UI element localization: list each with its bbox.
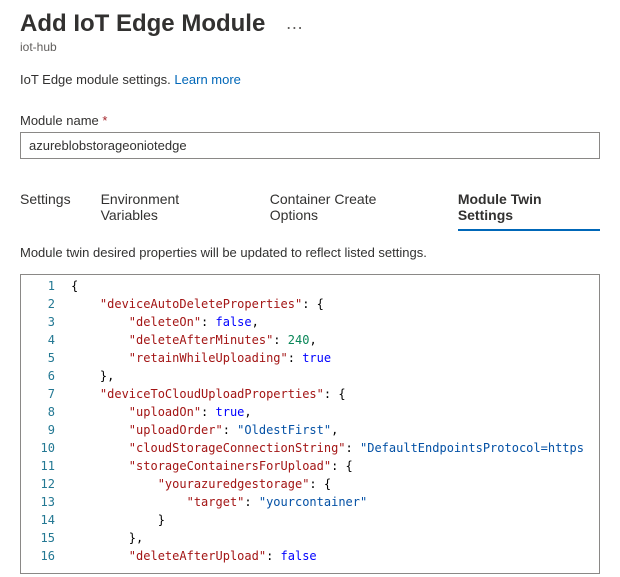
json-editor[interactable]: 12345678910111213141516 { "deviceAutoDel…	[20, 274, 600, 574]
help-text: IoT Edge module settings. Learn more	[20, 72, 600, 87]
tab-bar: Settings Environment Variables Container C…	[20, 187, 600, 231]
module-name-input[interactable]	[20, 132, 600, 159]
module-name-label: Module name *	[20, 113, 600, 128]
page-title: Add IoT Edge Module	[20, 10, 265, 38]
tab-module-twin-settings[interactable]: Module Twin Settings	[458, 187, 600, 231]
line-gutter: 12345678910111213141516	[21, 275, 65, 573]
required-asterisk: *	[102, 113, 107, 128]
tab-description: Module twin desired properties will be u…	[20, 245, 600, 260]
code-area[interactable]: { "deviceAutoDeleteProperties": { "delet…	[65, 275, 599, 573]
tab-environment-variables[interactable]: Environment Variables	[101, 187, 240, 231]
tab-container-create-options[interactable]: Container Create Options	[270, 187, 428, 231]
more-icon[interactable]: …	[285, 13, 304, 38]
breadcrumb: iot-hub	[20, 40, 600, 54]
learn-more-link[interactable]: Learn more	[174, 72, 240, 87]
tab-settings[interactable]: Settings	[20, 187, 71, 231]
help-prefix: IoT Edge module settings.	[20, 72, 174, 87]
